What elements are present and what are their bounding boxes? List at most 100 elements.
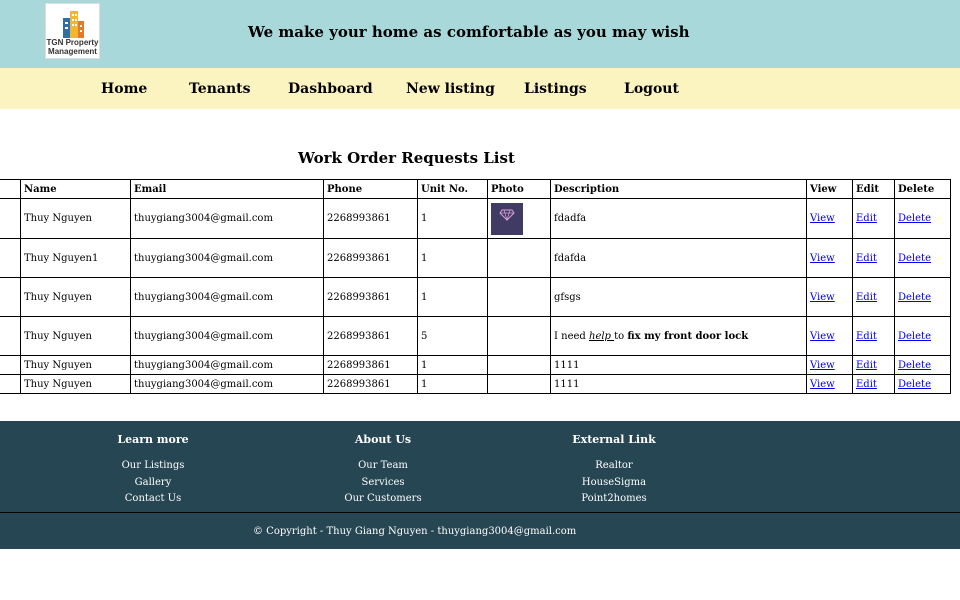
unit-cell: 1 bbox=[417, 198, 488, 239]
view-header: View bbox=[806, 179, 853, 199]
description-header: Description bbox=[550, 179, 807, 199]
site-header: TGN Property Management We make your hom… bbox=[0, 0, 960, 68]
view-link[interactable]: View bbox=[810, 360, 835, 371]
name-cell: Thuy Nguyen bbox=[20, 374, 131, 394]
footer-link-contact-us[interactable]: Contact Us bbox=[103, 491, 203, 508]
id-cell bbox=[0, 238, 21, 278]
table-row: Thuy Nguyen thuygiang3004@gmail.com 2268… bbox=[0, 374, 951, 394]
footer-heading: Learn more bbox=[117, 433, 189, 446]
copyright-text: © Copyright - Thuy Giang Nguyen - thuygi… bbox=[253, 526, 577, 537]
name-cell: Thuy Nguyen bbox=[20, 277, 131, 317]
unit-cell: 5 bbox=[417, 316, 488, 356]
description-bold: fix my front door lock bbox=[627, 330, 749, 342]
view-link[interactable]: View bbox=[810, 213, 835, 224]
work-order-photo[interactable] bbox=[491, 202, 523, 235]
delete-link[interactable]: Delete bbox=[898, 292, 931, 303]
page-title: Work Order Requests List bbox=[298, 149, 515, 167]
footer-link-services[interactable]: Services bbox=[333, 475, 433, 492]
photo-cell bbox=[487, 355, 551, 375]
nav-listings[interactable]: Listings bbox=[524, 81, 587, 97]
name-cell: Thuy Nguyen bbox=[20, 316, 131, 356]
footer-about-us: About Us Our Team Services Our Customers bbox=[333, 433, 433, 508]
name-cell: Thuy Nguyen bbox=[20, 355, 131, 375]
main-nav: Home Tenants Dashboard New listing Listi… bbox=[0, 68, 960, 109]
email-cell: thuygiang3004@gmail.com bbox=[130, 277, 324, 317]
site-footer: Learn more Our Listings Gallery Contact … bbox=[0, 421, 960, 549]
footer-link-our-team[interactable]: Our Team bbox=[333, 458, 433, 475]
table-row: Thuy Nguyen thuygiang3004@gmail.com 2268… bbox=[0, 277, 951, 317]
name-cell: Thuy Nguyen1 bbox=[20, 238, 131, 278]
nav-home[interactable]: Home bbox=[101, 81, 147, 97]
edit-link[interactable]: Edit bbox=[856, 331, 877, 342]
diamond-icon bbox=[499, 209, 515, 221]
photo-cell bbox=[487, 238, 551, 278]
company-logo[interactable]: TGN Property Management bbox=[45, 3, 100, 59]
nav-logout[interactable]: Logout bbox=[624, 81, 679, 97]
id-cell bbox=[0, 198, 21, 239]
phone-header: Phone bbox=[323, 179, 418, 199]
footer-heading: About Us bbox=[354, 433, 412, 446]
description-cell: I need help to fix my front door lock bbox=[550, 316, 807, 356]
nav-dashboard[interactable]: Dashboard bbox=[288, 81, 373, 97]
unit-cell: 1 bbox=[417, 238, 488, 278]
email-cell: thuygiang3004@gmail.com bbox=[130, 355, 324, 375]
footer-link-point2homes[interactable]: Point2homes bbox=[564, 491, 664, 508]
id-cell bbox=[0, 316, 21, 356]
delete-link[interactable]: Delete bbox=[898, 331, 931, 342]
nav-tenants[interactable]: Tenants bbox=[189, 81, 251, 97]
email-cell: thuygiang3004@gmail.com bbox=[130, 374, 324, 394]
footer-link-realtor[interactable]: Realtor bbox=[564, 458, 664, 475]
delete-link[interactable]: Delete bbox=[898, 379, 931, 390]
delete-link[interactable]: Delete bbox=[898, 213, 931, 224]
description-cell: 1111 bbox=[550, 374, 807, 394]
footer-link-our-listings[interactable]: Our Listings bbox=[103, 458, 203, 475]
edit-header: Edit bbox=[852, 179, 895, 199]
footer-external-link: External Link Realtor HouseSigma Point2h… bbox=[564, 433, 664, 508]
footer-learn-more: Learn more Our Listings Gallery Contact … bbox=[103, 433, 203, 508]
edit-link[interactable]: Edit bbox=[856, 292, 877, 303]
edit-link[interactable]: Edit bbox=[856, 360, 877, 371]
nav-new-listing[interactable]: New listing bbox=[406, 81, 495, 97]
description-emphasis: help bbox=[589, 330, 615, 342]
description-text: I need bbox=[554, 330, 589, 342]
edit-link[interactable]: Edit bbox=[856, 213, 877, 224]
description-cell: 1111 bbox=[550, 355, 807, 375]
edit-link[interactable]: Edit bbox=[856, 379, 877, 390]
site-tagline: We make your home as comfortable as you … bbox=[248, 23, 690, 41]
description-text: to bbox=[614, 330, 628, 342]
unit-header: Unit No. bbox=[417, 179, 488, 199]
delete-link[interactable]: Delete bbox=[898, 360, 931, 371]
footer-heading: External Link bbox=[572, 433, 656, 446]
photo-cell bbox=[487, 198, 551, 239]
email-cell: thuygiang3004@gmail.com bbox=[130, 238, 324, 278]
view-link[interactable]: View bbox=[810, 253, 835, 264]
phone-cell: 2268993861 bbox=[323, 355, 418, 375]
view-link[interactable]: View bbox=[810, 292, 835, 303]
photo-cell bbox=[487, 277, 551, 317]
email-cell: thuygiang3004@gmail.com bbox=[130, 316, 324, 356]
table-row: Thuy Nguyen thuygiang3004@gmail.com 2268… bbox=[0, 355, 951, 375]
delete-link[interactable]: Delete bbox=[898, 253, 931, 264]
id-cell bbox=[0, 277, 21, 317]
id-header bbox=[0, 179, 21, 199]
name-header: Name bbox=[20, 179, 131, 199]
id-cell bbox=[0, 355, 21, 375]
footer-link-gallery[interactable]: Gallery bbox=[103, 475, 203, 492]
delete-header: Delete bbox=[894, 179, 951, 199]
footer-link-our-customers[interactable]: Our Customers bbox=[333, 491, 433, 508]
table-header-row: Name Email Phone Unit No. Photo Descript… bbox=[0, 179, 951, 199]
footer-link-housesigma[interactable]: HouseSigma bbox=[564, 475, 664, 492]
logo-text-line2: Management bbox=[48, 47, 97, 56]
phone-cell: 2268993861 bbox=[323, 277, 418, 317]
unit-cell: 1 bbox=[417, 374, 488, 394]
name-cell: Thuy Nguyen bbox=[20, 198, 131, 239]
phone-cell: 2268993861 bbox=[323, 198, 418, 239]
unit-cell: 1 bbox=[417, 277, 488, 317]
edit-link[interactable]: Edit bbox=[856, 253, 877, 264]
photo-cell bbox=[487, 374, 551, 394]
description-cell: fdafda bbox=[550, 238, 807, 278]
view-link[interactable]: View bbox=[810, 379, 835, 390]
view-link[interactable]: View bbox=[810, 331, 835, 342]
table-row: Thuy Nguyen1 thuygiang3004@gmail.com 226… bbox=[0, 238, 951, 278]
email-cell: thuygiang3004@gmail.com bbox=[130, 198, 324, 239]
